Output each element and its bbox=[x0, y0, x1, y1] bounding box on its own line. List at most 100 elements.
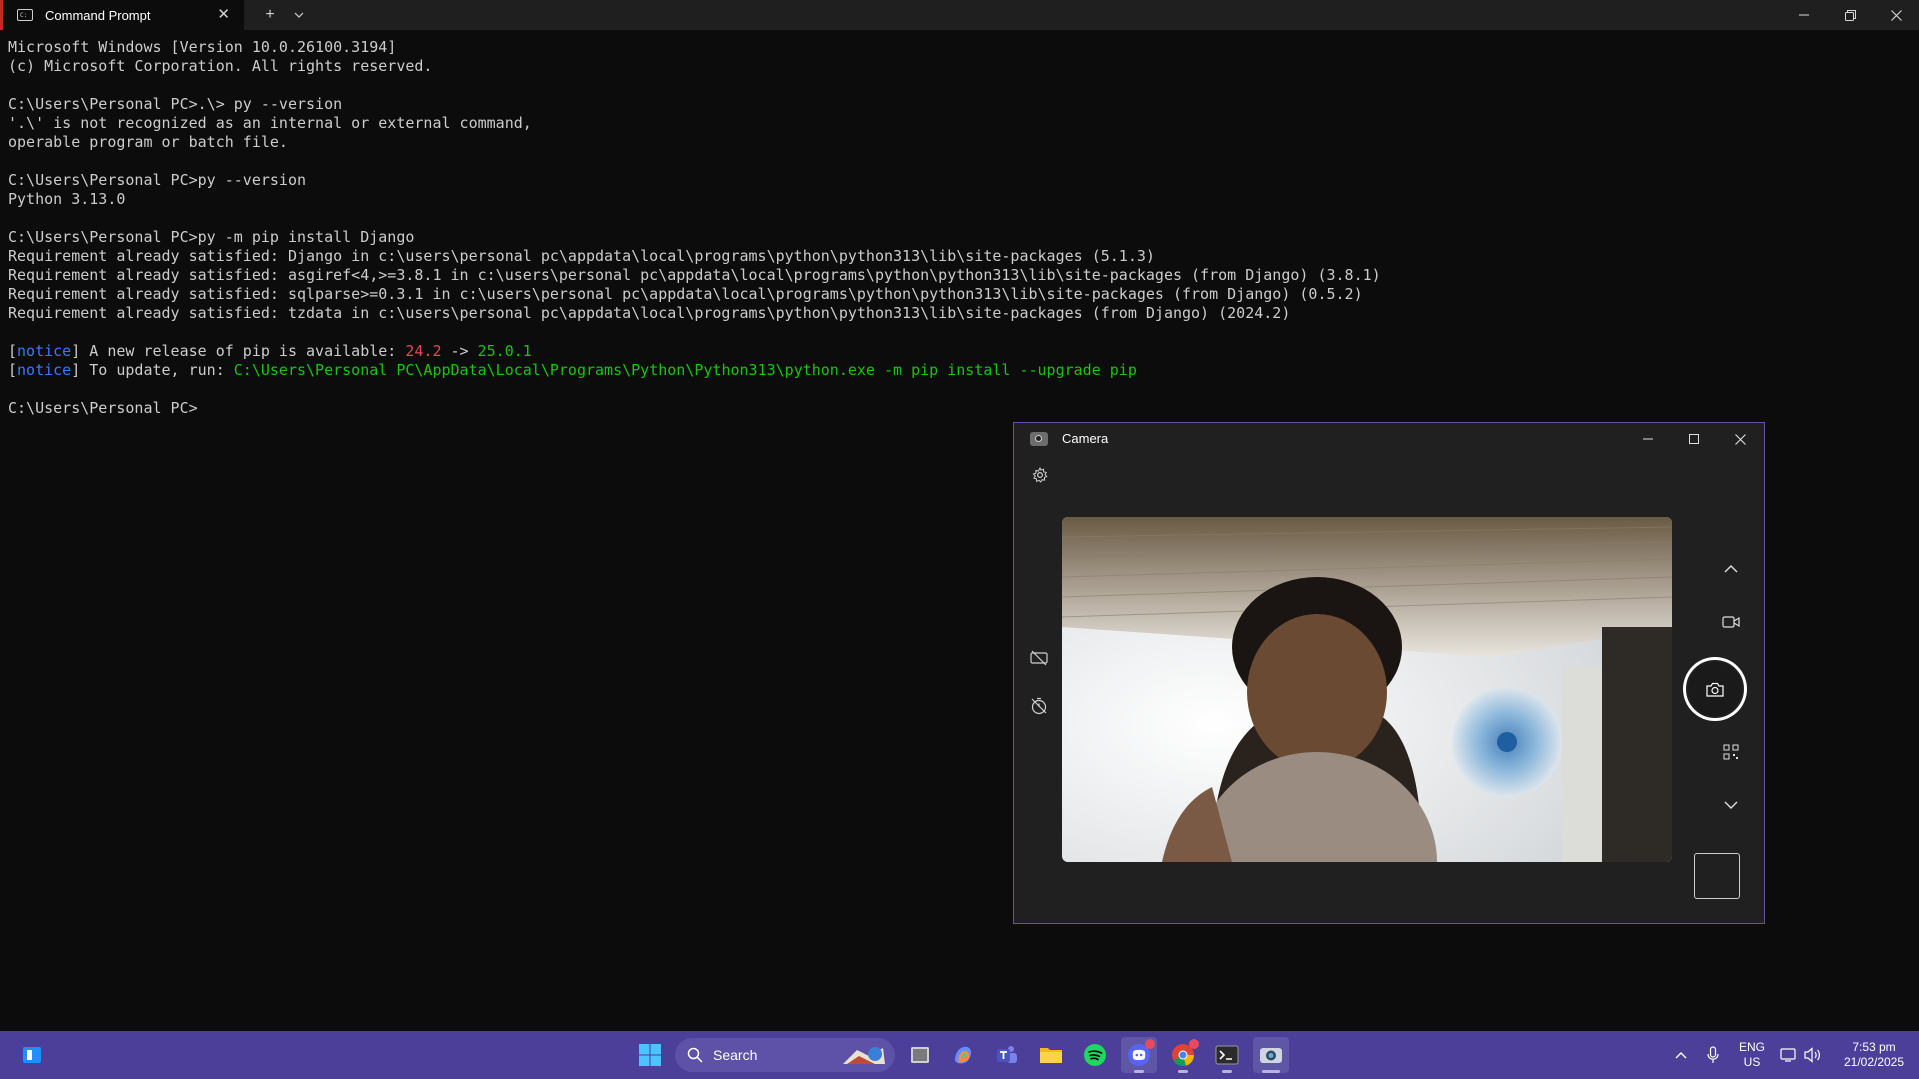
windows-logo-icon bbox=[639, 1044, 661, 1066]
console-line: Python 3.13.0 bbox=[8, 190, 125, 208]
close-button[interactable] bbox=[1873, 0, 1919, 30]
clock[interactable]: 7:53 pm 21/02/2025 bbox=[1834, 1040, 1914, 1070]
console-line: C:\Users\Personal PC>py --version bbox=[8, 171, 306, 189]
console-text: Python 3.13.0 bbox=[8, 190, 126, 208]
chevron-down-icon bbox=[294, 12, 304, 18]
qr-code-icon bbox=[1723, 744, 1739, 760]
console-line: Microsoft Windows [Version 10.0.26100.31… bbox=[8, 38, 396, 56]
minimize-icon bbox=[1799, 14, 1809, 16]
running-indicator bbox=[1178, 1070, 1188, 1073]
timer-off-icon bbox=[1031, 697, 1047, 715]
camera-maximize-button[interactable] bbox=[1674, 427, 1714, 451]
console-text: '.\' is not recognized as an internal or… bbox=[8, 114, 532, 132]
scroll-up-button[interactable] bbox=[1715, 553, 1747, 585]
tab-close-icon[interactable]: ✕ bbox=[217, 6, 230, 24]
discord-button[interactable] bbox=[1121, 1037, 1157, 1073]
webcam-feed-image bbox=[1062, 517, 1672, 862]
search-icon bbox=[687, 1047, 703, 1063]
tab-dropdown-button[interactable] bbox=[288, 0, 310, 30]
chevron-down-icon bbox=[1724, 801, 1738, 809]
console-line: C:\Users\Personal PC>.\> py --version bbox=[8, 95, 342, 113]
task-view-icon bbox=[911, 1047, 929, 1063]
console-line: C:\Users\Personal PC>py -m pip install D… bbox=[8, 228, 414, 246]
camera-settings-button[interactable] bbox=[1028, 463, 1052, 487]
notification-badge bbox=[1189, 1039, 1199, 1049]
console-text: [ bbox=[8, 342, 18, 360]
widgets-icon bbox=[23, 1047, 41, 1063]
taskbar-search-box[interactable]: Search bbox=[675, 1038, 895, 1072]
volume-button[interactable] bbox=[1795, 1037, 1831, 1073]
console-text: operable program or batch file. bbox=[8, 133, 288, 151]
camera-minimize-button[interactable] bbox=[1628, 427, 1668, 451]
microphone-icon bbox=[1707, 1046, 1719, 1063]
console-text: Requirement already satisfied: tzdata in… bbox=[8, 304, 1291, 322]
widgets-button[interactable] bbox=[14, 1037, 50, 1073]
console-text: C:\Users\Personal PC>py --version bbox=[8, 171, 307, 189]
console-output[interactable]: Microsoft Windows [Version 10.0.26100.31… bbox=[8, 38, 1381, 418]
restore-button[interactable] bbox=[1827, 0, 1873, 30]
hdr-off-icon bbox=[1030, 650, 1048, 666]
copilot-button[interactable] bbox=[945, 1037, 981, 1073]
terminal-icon bbox=[1215, 1045, 1239, 1065]
console-text: C:\Users\Personal PC\AppData\Local\Progr… bbox=[233, 361, 1137, 379]
tab-command-prompt[interactable]: C: Command Prompt ✕ bbox=[0, 0, 244, 30]
console-line: [notice] To update, run: C:\Users\Person… bbox=[8, 361, 1137, 379]
console-text: Microsoft Windows [Version 10.0.26100.31… bbox=[8, 38, 397, 56]
language-code: ENG bbox=[1738, 1040, 1765, 1054]
console-text: [ bbox=[8, 361, 18, 379]
console-text: C:\Users\Personal PC> bbox=[8, 399, 198, 417]
camera-app-icon bbox=[1030, 432, 1048, 446]
console-text: (c) Microsoft Corporation. All rights re… bbox=[8, 57, 433, 75]
video-mode-button[interactable] bbox=[1715, 606, 1747, 638]
clock-date: 21/02/2025 bbox=[1843, 1055, 1905, 1069]
camera-close-button[interactable] bbox=[1720, 427, 1760, 451]
camera-taskbar-button[interactable] bbox=[1253, 1037, 1289, 1073]
minimize-icon bbox=[1643, 438, 1653, 440]
console-text: ] A new release of pip is available: bbox=[71, 342, 406, 360]
chevron-up-icon bbox=[1675, 1052, 1687, 1059]
keyboard-layout: US bbox=[1743, 1055, 1761, 1069]
language-indicator[interactable]: ENG US bbox=[1735, 1040, 1769, 1070]
new-tab-button[interactable]: + bbox=[258, 0, 282, 30]
camera-preview bbox=[1062, 517, 1672, 862]
teams-button[interactable] bbox=[989, 1037, 1025, 1073]
taskbar: Search ENG US 7:53 pm 21/02/2025 bbox=[0, 1031, 1919, 1079]
running-indicator bbox=[1134, 1070, 1144, 1073]
search-label: Search bbox=[713, 1047, 758, 1063]
chrome-button[interactable] bbox=[1165, 1037, 1201, 1073]
camera-window: Camera bbox=[1013, 422, 1765, 924]
camera-icon bbox=[1260, 1048, 1282, 1063]
clock-time: 7:53 pm bbox=[1852, 1040, 1896, 1054]
take-photo-button[interactable] bbox=[1683, 657, 1747, 721]
command-prompt-icon: C: bbox=[17, 9, 33, 21]
hdr-off-button[interactable] bbox=[1026, 645, 1052, 671]
chevron-up-icon bbox=[1724, 565, 1738, 573]
search-highlight-icon bbox=[843, 1047, 885, 1064]
minimize-button[interactable] bbox=[1781, 0, 1827, 30]
running-indicator bbox=[1222, 1070, 1232, 1073]
console-line: Requirement already satisfied: asgiref<4… bbox=[8, 266, 1381, 284]
console-text: notice bbox=[17, 361, 72, 379]
file-explorer-button[interactable] bbox=[1033, 1037, 1069, 1073]
running-indicator bbox=[1262, 1070, 1280, 1073]
spotify-button[interactable] bbox=[1077, 1037, 1113, 1073]
tab-title: Command Prompt bbox=[45, 7, 151, 23]
last-capture-thumbnail[interactable] bbox=[1694, 853, 1740, 899]
task-view-button[interactable] bbox=[902, 1037, 938, 1073]
terminal-button[interactable] bbox=[1209, 1037, 1245, 1073]
scroll-down-button[interactable] bbox=[1715, 789, 1747, 821]
microphone-button[interactable] bbox=[1695, 1037, 1731, 1073]
console-line: Requirement already satisfied: sqlparse>… bbox=[8, 285, 1363, 303]
show-hidden-icons-button[interactable] bbox=[1663, 1037, 1699, 1073]
start-button[interactable] bbox=[632, 1037, 668, 1073]
console-line: '.\' is not recognized as an internal or… bbox=[8, 114, 532, 132]
timer-off-button[interactable] bbox=[1026, 693, 1052, 719]
console-text: Requirement already satisfied: sqlparse>… bbox=[8, 285, 1363, 303]
console-text: 25.0.1 bbox=[477, 342, 532, 360]
notification-badge bbox=[1145, 1039, 1155, 1049]
console-line: operable program or batch file. bbox=[8, 133, 288, 151]
console-line: Requirement already satisfied: tzdata in… bbox=[8, 304, 1290, 322]
copilot-icon bbox=[955, 1046, 972, 1064]
console-text: C:\Users\Personal PC>py -m pip install D… bbox=[8, 228, 415, 246]
qr-code-mode-button[interactable] bbox=[1715, 736, 1747, 768]
